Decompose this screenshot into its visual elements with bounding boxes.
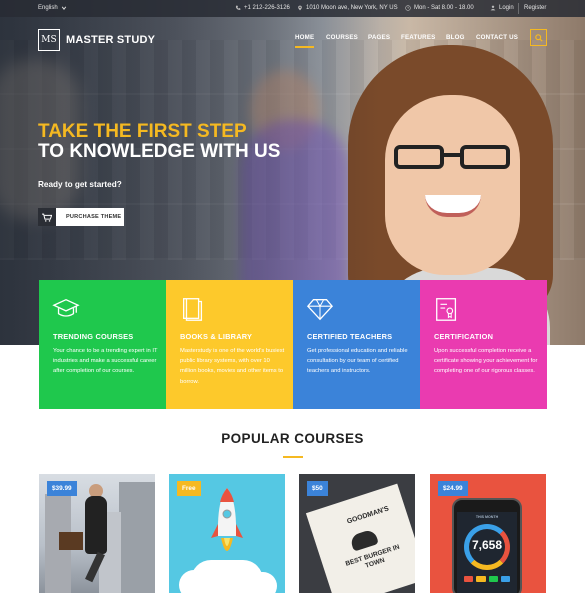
- feature-text: Get professional education and reliable …: [307, 348, 408, 375]
- course-image-cloud: [179, 570, 223, 593]
- nav-blog[interactable]: BLOG: [446, 34, 465, 41]
- feature-card-trending: TRENDING COURSES Your chance to be a tre…: [39, 280, 166, 409]
- price-badge: $39.99: [47, 481, 77, 496]
- course-image-number: 7,658: [471, 538, 503, 552]
- heading-underline: [283, 456, 303, 458]
- nav-features[interactable]: FEATURES: [401, 34, 436, 41]
- feature-text: Upon successful completion receive a cer…: [434, 348, 538, 375]
- course-image-legend: [464, 576, 510, 582]
- search-icon: [534, 33, 543, 42]
- hero-headline-2: TO KNOWLEDGE WITH US: [38, 141, 281, 162]
- legend-swatch: [488, 576, 498, 582]
- price-badge: $50: [307, 481, 328, 496]
- legend-swatch: [500, 576, 510, 582]
- book-icon: [183, 298, 203, 321]
- popular-courses-heading: POPULAR COURSES: [221, 431, 364, 446]
- map-pin-icon: [298, 5, 302, 11]
- logo-name: MASTER STUDY: [66, 34, 156, 46]
- nav-courses[interactable]: COURSES: [326, 34, 358, 41]
- feature-card-certification: CERTIFICATION Upon successful completion…: [420, 280, 547, 409]
- login-label: Login: [499, 5, 514, 11]
- feature-title: CERTIFIED TEACHERS: [307, 332, 393, 341]
- legend-swatch: [476, 576, 486, 582]
- user-icon: [490, 5, 496, 11]
- price-badge: Free: [177, 481, 201, 496]
- certificate-icon: [436, 298, 457, 321]
- feature-text: Masterstudy is one of the world's busies…: [180, 348, 285, 385]
- course-card[interactable]: GOODMAN'S BEST BURGER IN TOWN $50: [299, 474, 415, 593]
- clock-icon: [405, 5, 411, 11]
- register-link[interactable]: Register: [524, 5, 546, 11]
- address-info: 1010 Moon ave, New York, NY US: [297, 5, 398, 11]
- course-image-cloud: [233, 572, 277, 593]
- logo-mark: MS: [38, 29, 60, 51]
- diamond-icon: [306, 299, 334, 321]
- course-image-text: THIS MONTH: [475, 515, 499, 519]
- feature-title: TRENDING COURSES: [53, 332, 134, 341]
- address-text: 1010 Moon ave, New York, NY US: [306, 5, 398, 11]
- chevron-down-icon: [61, 6, 66, 10]
- login-link[interactable]: Login: [490, 5, 514, 11]
- purchase-theme-button[interactable]: PURCHASE THEME: [38, 208, 124, 226]
- hours-text: Mon - Sat 8.00 - 18.00: [414, 5, 474, 11]
- feature-card-teachers: CERTIFIED TEACHERS Get professional educ…: [293, 280, 420, 409]
- course-card[interactable]: THIS MONTH 7,658 $24.99: [430, 474, 546, 593]
- site-logo[interactable]: MS MASTER STUDY: [38, 29, 155, 51]
- purchase-theme-label: PURCHASE THEME: [66, 214, 122, 220]
- phone-info: +1 212-226-3126: [235, 5, 290, 11]
- nav-home[interactable]: HOME: [295, 34, 315, 48]
- hero-subline: Ready to get started?: [38, 180, 122, 189]
- graduation-cap-icon: [52, 298, 80, 317]
- phone-number: +1 212-226-3126: [244, 5, 290, 11]
- register-label: Register: [524, 5, 547, 11]
- hero-headline-1: TAKE THE FIRST STEP: [38, 121, 247, 142]
- legend-swatch: [464, 576, 474, 582]
- course-card[interactable]: $39.99: [39, 474, 155, 593]
- hours-info: Mon - Sat 8.00 - 18.00: [405, 5, 474, 11]
- course-image-briefcase: [59, 532, 83, 550]
- search-button[interactable]: [530, 29, 547, 46]
- language-label: English: [38, 5, 58, 11]
- nav-contact-us[interactable]: CONTACT US: [476, 34, 518, 41]
- feature-card-books: BOOKS & LIBRARY Masterstudy is one of th…: [166, 280, 293, 409]
- feature-text: Your chance to be a trending expert in I…: [53, 348, 158, 375]
- course-card[interactable]: Free: [169, 474, 285, 593]
- nav-pages[interactable]: PAGES: [368, 34, 390, 41]
- feature-title: BOOKS & LIBRARY: [180, 332, 253, 341]
- price-badge: $24.99: [438, 481, 468, 496]
- cart-icon: [38, 208, 56, 226]
- topbar-divider: [518, 3, 519, 14]
- feature-title: CERTIFICATION: [434, 332, 494, 341]
- course-image-businessman: [85, 496, 107, 554]
- course-image-building: [119, 482, 155, 593]
- top-bar: English +1 212-226-3126 1010 Moon ave, N…: [0, 0, 585, 17]
- phone-icon: [235, 5, 241, 10]
- language-selector[interactable]: English: [38, 5, 67, 11]
